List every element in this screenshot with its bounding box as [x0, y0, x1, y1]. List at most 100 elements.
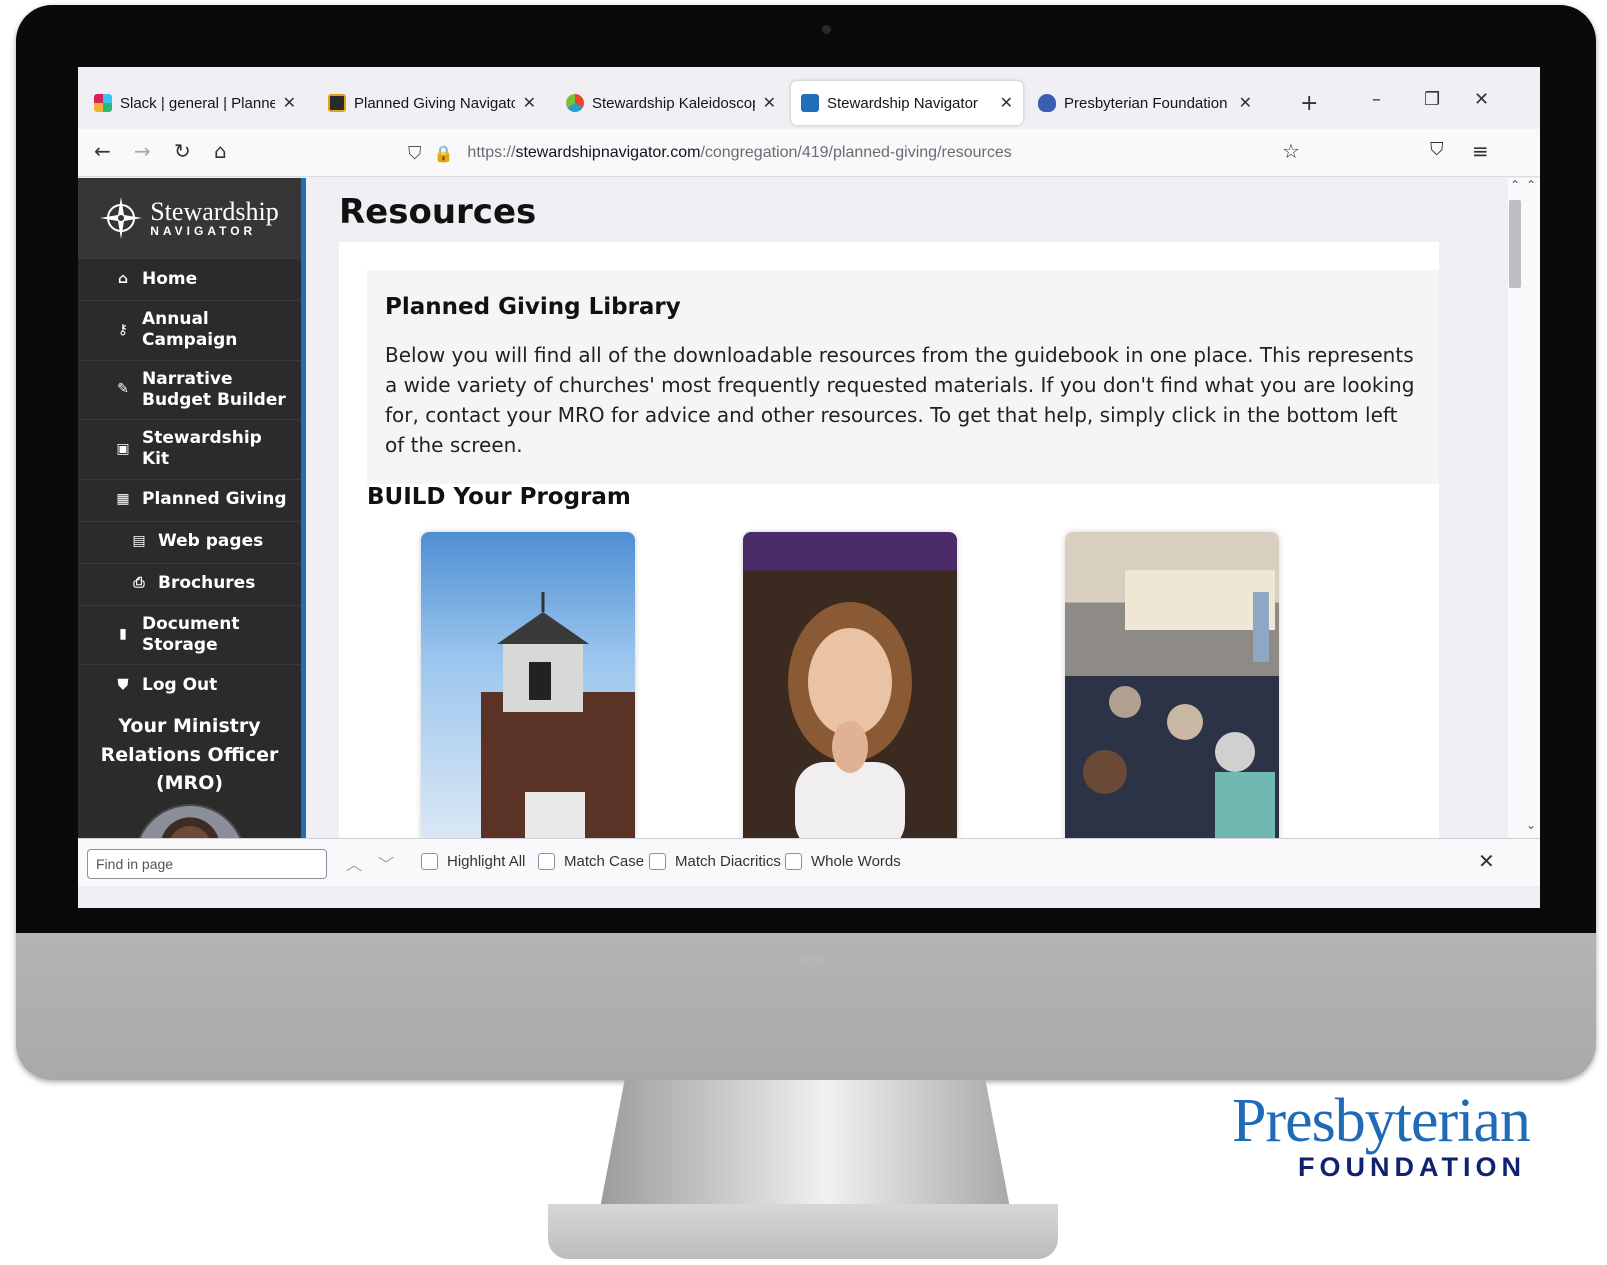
find-previous-button[interactable]: ︿: [346, 851, 362, 875]
address-bar[interactable]: ⛉ 🔒 https://stewardshipnavigator.com/con…: [408, 135, 1388, 171]
logo-sub-text: FOUNDATION: [1298, 1152, 1526, 1182]
find-bar: ︿ ﹀ Highlight All Match Case Match Diacr…: [78, 838, 1540, 886]
prayer-graphic: [788, 602, 912, 838]
sidebar-item-label: Annual Campaign: [142, 309, 238, 351]
print-icon: ⎙: [133, 575, 145, 592]
close-icon[interactable]: ✕: [1239, 93, 1252, 113]
sidebar-item-label: Home: [142, 268, 198, 289]
site-logo[interactable]: Stewardship NAVIGATOR: [78, 178, 301, 258]
close-icon[interactable]: ✕: [1000, 93, 1013, 113]
match-diacritics-checkbox[interactable]: [649, 853, 666, 870]
monitor-foot: [548, 1204, 1058, 1259]
mro-avatar[interactable]: [133, 803, 246, 838]
congregation-meeting-image[interactable]: [1065, 532, 1279, 838]
close-icon[interactable]: ✕: [283, 93, 296, 113]
girl-praying-image[interactable]: [743, 532, 957, 838]
bookmark-star-icon[interactable]: ☆: [1282, 139, 1300, 163]
key-icon: ⚷: [117, 321, 129, 338]
sidebar-item-home[interactable]: ⌂ Home: [78, 258, 301, 300]
monitor-logo: [800, 955, 828, 967]
brand-subtitle: NAVIGATOR: [150, 224, 257, 238]
calendar-icon: ▦: [116, 491, 130, 508]
content-card: Planned Giving Library Below you will fi…: [339, 242, 1439, 838]
home-button[interactable]: ⌂: [214, 139, 227, 163]
home-icon: ⌂: [117, 270, 129, 287]
match-case-checkbox[interactable]: [538, 853, 555, 870]
browser-window: Slack | general | Planned Givin ✕ Planne…: [78, 67, 1540, 908]
sidebar-item-log-out[interactable]: ⛊ Log Out: [78, 664, 301, 706]
monitor-stand: [600, 1080, 1010, 1208]
sidebar-item-label: Brochures: [158, 573, 256, 594]
image-icon: ▣: [116, 440, 130, 457]
page-title: Resources: [339, 192, 537, 232]
menu-icon[interactable]: ≡: [1472, 139, 1489, 163]
church-steeple-image[interactable]: [421, 532, 635, 838]
sidebar-item-planned-giving[interactable]: ▦ Planned Giving: [78, 478, 301, 521]
sidebar-item-stewardship-kit[interactable]: ▣ Stewardship Kit: [78, 419, 301, 479]
chevron-down-icon[interactable]: ⌄: [1526, 818, 1536, 832]
match-diacritics-option[interactable]: Match Diacritics: [649, 853, 781, 870]
new-tab-button[interactable]: +: [1300, 91, 1318, 116]
close-icon[interactable]: ✕: [523, 93, 536, 113]
compass-icon: [100, 197, 143, 239]
sidebar-item-annual-campaign[interactable]: ⚷ Annual Campaign: [78, 300, 301, 360]
camera: [822, 25, 831, 34]
restore-button[interactable]: ❐: [1424, 89, 1440, 110]
find-next-button[interactable]: ﹀: [378, 851, 394, 875]
minimize-button[interactable]: –: [1372, 89, 1381, 110]
reload-button[interactable]: ↻: [174, 139, 191, 163]
sidebar-item-label: Document Storage: [142, 613, 240, 655]
close-window-button[interactable]: ✕: [1474, 89, 1489, 110]
library-description: Below you will find all of the downloada…: [385, 343, 1415, 457]
sidebar-item-web-pages[interactable]: ▤ Web pages: [78, 520, 301, 563]
pocket-icon[interactable]: ⛉: [1430, 139, 1444, 160]
sidebar-item-narrative-budget-builder[interactable]: ✎ Narrative Budget Builder: [78, 359, 301, 420]
logo-main-text: Presbyterian: [1232, 1087, 1531, 1155]
meeting-graphic: [1083, 570, 1275, 838]
lock-icon[interactable]: 🔒: [434, 144, 454, 163]
presbyterian-foundation-logo: Presbyterian FOUNDATION: [1232, 1090, 1602, 1183]
sidebar-item-label: Narrative Budget Builder: [142, 368, 286, 410]
tab-planned-giving-navigator[interactable]: Planned Giving Navigator Clie ✕: [318, 81, 546, 125]
tab-label: Presbyterian Foundation: [1064, 94, 1228, 112]
find-input[interactable]: [87, 849, 327, 879]
sidebar: Stewardship NAVIGATOR ⌂ Home ⚷ Annual Camp…: [78, 178, 306, 838]
back-button[interactable]: ←: [94, 139, 111, 163]
sidebar-item-brochures[interactable]: ⎙ Brochures: [78, 562, 301, 605]
close-find-bar-button[interactable]: ✕: [1478, 849, 1495, 873]
tab-presbyterian-foundation[interactable]: Presbyterian Foundation ✕: [1028, 81, 1262, 125]
shield-icon: ⛊: [117, 676, 129, 693]
build-section-title: BUILD Your Program: [367, 484, 631, 510]
sidebar-item-label: Stewardship Kit: [142, 428, 262, 470]
navigation-toolbar: ← → ↻ ⌂ ⛉ 🔒 https://stewardshipnavigator…: [78, 129, 1540, 177]
web-icon: ▤: [132, 533, 146, 550]
chevron-up-icon[interactable]: ⌃: [1526, 178, 1536, 192]
option-label: Match Case: [564, 853, 645, 870]
whole-words-checkbox[interactable]: [785, 853, 802, 870]
match-case-option[interactable]: Match Case: [538, 853, 644, 870]
tab-label: Stewardship Navigator: [827, 94, 978, 112]
foundation-icon: [1038, 94, 1056, 112]
slack-icon: [94, 94, 112, 112]
whole-words-option[interactable]: Whole Words: [785, 853, 901, 870]
sidebar-item-label: Planned Giving: [142, 489, 287, 510]
page-scrollbar[interactable]: ⌃ ⌃ ⌄: [1508, 178, 1540, 838]
forward-button[interactable]: →: [134, 139, 151, 163]
web-page: Stewardship NAVIGATOR ⌂ Home ⚷ Annual Camp…: [78, 178, 1540, 838]
sidebar-item-document-storage[interactable]: ▮ Document Storage: [78, 604, 301, 665]
url-text: https://stewardshipnavigator.com/congreg…: [467, 144, 1012, 161]
tab-stewardship-navigator[interactable]: Stewardship Navigator ✕: [791, 81, 1023, 125]
highlight-all-checkbox[interactable]: [421, 853, 438, 870]
chevron-up-icon[interactable]: ⌃: [1510, 178, 1520, 192]
sidebar-item-label: Log Out: [142, 674, 218, 695]
bookmark-icon: ▮: [119, 626, 127, 642]
tracking-protection-icon[interactable]: ⛉: [408, 143, 422, 164]
tab-slack[interactable]: Slack | general | Planned Givin ✕: [84, 81, 306, 125]
scroll-thumb[interactable]: [1509, 200, 1521, 288]
brand-name: Stewardship: [150, 197, 279, 226]
sidebar-item-label: Web pages: [158, 531, 264, 552]
tab-stewardship-kaleidoscope[interactable]: Stewardship Kaleidoscope – F ✕: [556, 81, 786, 125]
tab-label: Planned Giving Navigator Clie: [354, 94, 515, 112]
close-icon[interactable]: ✕: [763, 93, 776, 113]
highlight-all-option[interactable]: Highlight All: [421, 853, 525, 870]
